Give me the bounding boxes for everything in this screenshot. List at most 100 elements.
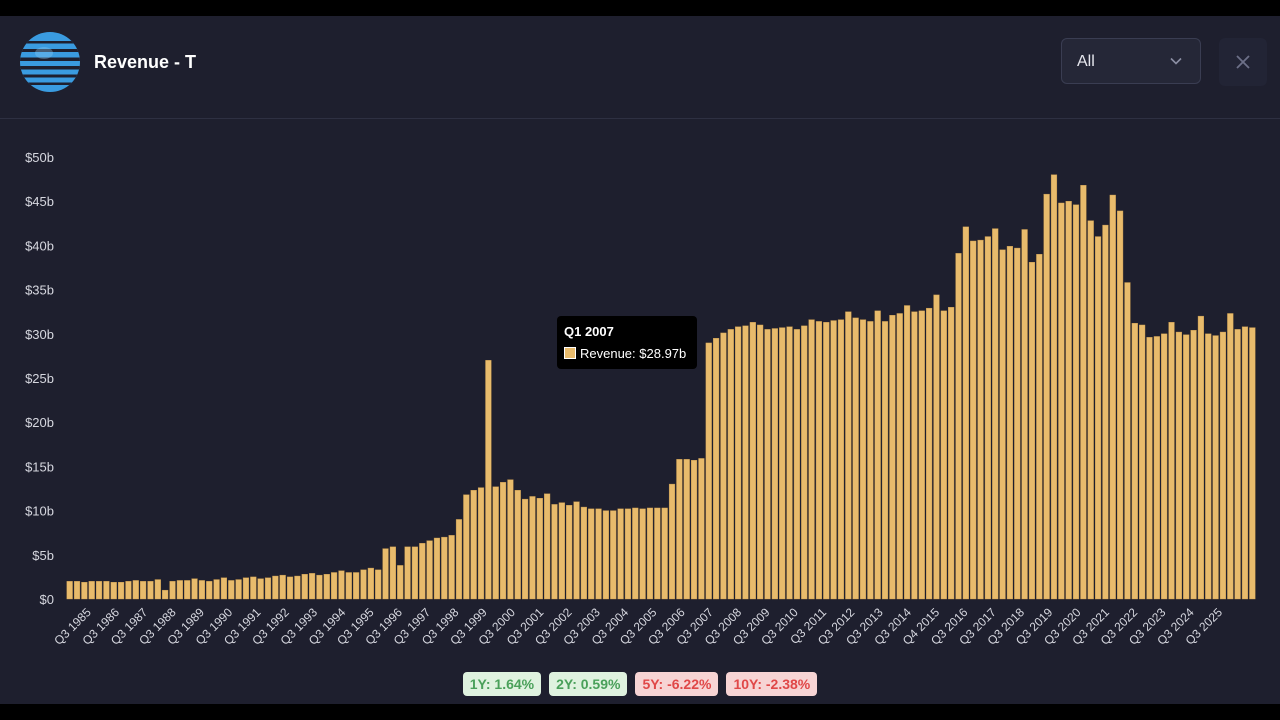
revenue-bar[interactable] [441,536,448,600]
revenue-bar[interactable] [1146,337,1153,600]
revenue-bar[interactable] [874,310,881,600]
revenue-bar[interactable] [367,567,374,600]
revenue-bar[interactable] [676,459,683,600]
revenue-bar[interactable] [110,582,117,600]
revenue-bar[interactable] [353,572,360,600]
period-select[interactable]: All [1061,38,1201,84]
revenue-bar[interactable] [162,589,169,600]
revenue-bar[interactable] [1065,200,1072,600]
revenue-bar[interactable] [1021,229,1028,600]
revenue-bar[interactable] [242,577,250,600]
revenue-bar[interactable] [455,519,463,600]
revenue-bar[interactable] [286,576,294,600]
revenue-bar[interactable] [426,540,433,600]
revenue-bar[interactable] [345,572,352,600]
revenue-bar[interactable] [1197,315,1204,600]
revenue-bar[interactable] [522,498,529,600]
revenue-bar[interactable] [169,581,176,600]
revenue-bar[interactable] [757,324,764,600]
revenue-bar[interactable] [103,581,110,600]
revenue-bar[interactable] [573,501,580,600]
revenue-bar[interactable] [206,581,213,600]
revenue-bar[interactable] [713,338,720,600]
revenue-bar[interactable] [595,508,602,600]
revenue-bar[interactable] [1102,224,1109,600]
revenue-bar[interactable] [1234,329,1241,600]
revenue-bar[interactable] [1058,202,1065,600]
revenue-bar[interactable] [81,582,88,600]
revenue-bar[interactable] [529,496,536,600]
revenue-bar[interactable] [154,579,161,600]
revenue-bar[interactable] [294,575,301,600]
revenue-bar[interactable] [389,546,396,600]
revenue-bar[interactable] [881,321,889,600]
revenue-bar[interactable] [492,486,499,600]
revenue-bar[interactable] [118,582,125,600]
revenue-bar[interactable] [66,581,73,600]
revenue-bar[interactable] [793,329,800,600]
revenue-bar[interactable] [507,479,514,600]
revenue-bar[interactable] [1117,210,1124,600]
revenue-bar[interactable] [999,249,1006,600]
revenue-bar[interactable] [198,580,205,600]
revenue-bar[interactable] [250,576,257,600]
revenue-bar[interactable] [977,239,984,600]
revenue-bar[interactable] [477,487,485,600]
revenue-bar[interactable] [764,329,771,600]
revenue-bar[interactable] [433,537,441,600]
close-button[interactable] [1219,38,1267,86]
revenue-bar[interactable] [786,326,793,600]
revenue-bar[interactable] [411,546,418,600]
revenue-bar[interactable] [1072,204,1080,600]
revenue-bar[interactable] [544,493,551,600]
revenue-bar[interactable] [617,508,624,600]
revenue-bar[interactable] [830,320,837,600]
revenue-bar[interactable] [720,332,727,600]
revenue-bar[interactable] [147,581,154,600]
revenue-bar[interactable] [823,322,830,600]
revenue-bar[interactable] [279,574,286,600]
revenue-bar[interactable] [1212,335,1219,600]
revenue-bar[interactable] [404,546,411,600]
revenue-bar[interactable] [566,505,573,600]
revenue-bar[interactable] [500,482,507,600]
revenue-bar[interactable] [1139,324,1146,600]
revenue-bar[interactable] [1043,193,1050,600]
revenue-bar[interactable] [1124,282,1131,600]
revenue-bar[interactable] [602,510,609,600]
revenue-bar[interactable] [815,321,823,600]
revenue-bar[interactable] [705,342,712,600]
revenue-bar[interactable] [984,236,991,600]
revenue-bar[interactable] [272,575,279,600]
revenue-bar[interactable] [779,327,786,600]
revenue-bar[interactable] [551,504,558,600]
revenue-bar[interactable] [264,577,272,600]
revenue-bar[interactable] [646,507,654,600]
revenue-bar[interactable] [1153,336,1160,600]
revenue-bar[interactable] [911,311,918,600]
revenue-bar[interactable] [191,578,198,600]
revenue-bar[interactable] [1219,331,1227,600]
revenue-bar[interactable] [1050,174,1058,600]
revenue-bar[interactable] [580,506,587,600]
revenue-bar[interactable] [639,508,646,600]
revenue-bar[interactable] [316,574,323,600]
revenue-bar[interactable] [690,460,698,600]
revenue-bar[interactable] [1168,322,1175,600]
revenue-bar[interactable] [514,490,521,600]
revenue-bar[interactable] [176,580,183,600]
revenue-bar[interactable] [360,569,367,600]
revenue-bar[interactable] [1094,236,1102,600]
revenue-bar[interactable] [301,574,308,600]
revenue-bar[interactable] [683,459,690,600]
revenue-bar[interactable] [1131,322,1138,600]
revenue-bar[interactable] [485,360,492,600]
revenue-bar[interactable] [382,548,389,600]
revenue-bar[interactable] [463,494,470,600]
revenue-bar[interactable] [73,581,81,600]
revenue-bar[interactable] [125,581,132,600]
revenue-bar[interactable] [184,580,191,600]
revenue-bar[interactable] [727,329,734,600]
revenue-bar[interactable] [228,580,235,600]
revenue-bar[interactable] [940,310,947,600]
